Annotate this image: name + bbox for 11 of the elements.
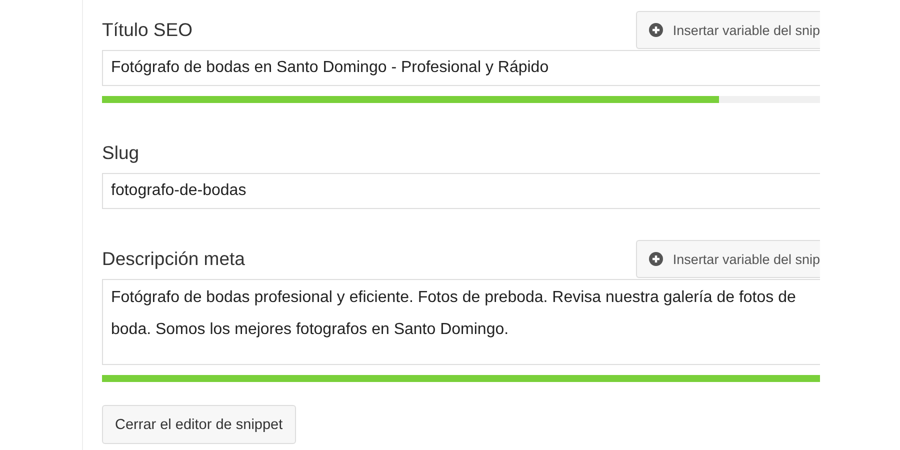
add-icon bbox=[648, 23, 663, 37]
text-field[interactable]: fotografo-de-bodas bbox=[102, 173, 820, 209]
close-editor-button[interactable]: Cerrar el editor de snippet bbox=[102, 405, 296, 444]
text-field[interactable]: Fotógrafo de bodas en Santo Domingo - Profesional y Rápido bbox=[102, 50, 820, 86]
add-icon bbox=[648, 252, 663, 266]
field-label: Título SEO bbox=[102, 19, 192, 41]
text-area[interactable]: Fotógrafo de bodas profesional y eficiente. Fotos de preboda. Revisa nuestra galería de fotos de boda. Somos los mejores fotografos en Santo Domingo. bbox=[102, 279, 820, 365]
insert-variable-button[interactable]: Insertar variable del snip bbox=[636, 240, 820, 278]
insert-variable-button[interactable]: Insertar variable del snip bbox=[636, 11, 820, 49]
field-label: Slug bbox=[102, 142, 140, 164]
field-label: Descripción meta bbox=[102, 248, 245, 270]
